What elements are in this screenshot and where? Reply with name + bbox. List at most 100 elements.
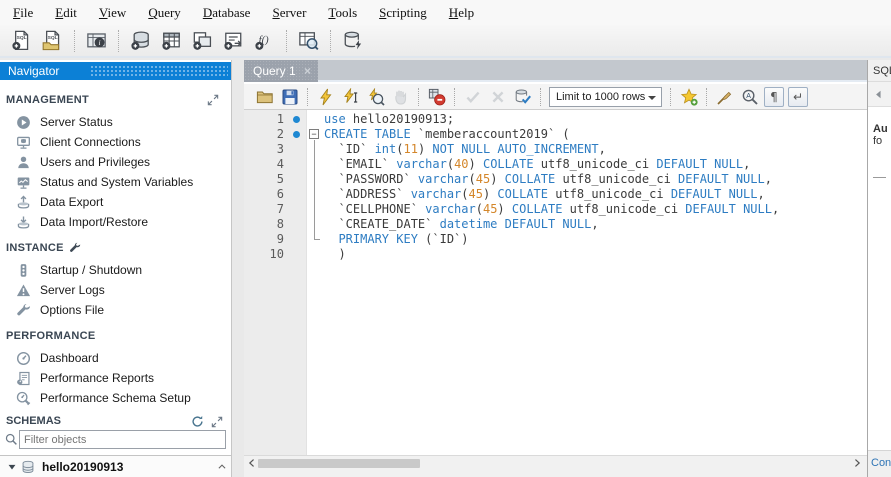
- scroll-right-icon[interactable]: [852, 458, 862, 468]
- scrollbar-thumb[interactable]: [258, 459, 420, 468]
- create-function-button[interactable]: f(): [251, 27, 278, 54]
- expand-panel-icon[interactable]: [207, 94, 219, 106]
- create-table-button[interactable]: [158, 27, 185, 54]
- sidebar-item-performance-schema-setup[interactable]: Performance Schema Setup: [0, 388, 231, 408]
- sidebar-item-label: Startup / Shutdown: [40, 263, 143, 277]
- svg-text:SQL: SQL: [48, 35, 58, 41]
- sidebar-item-status-system-variables[interactable]: Status and System Variables: [0, 172, 231, 192]
- bolt-icon: [317, 88, 335, 106]
- context-help-bottom-tab[interactable]: Con: [868, 450, 891, 477]
- sidebar-item-server-status[interactable]: Server Status: [0, 112, 231, 132]
- fold-column: [307, 217, 324, 232]
- create-procedure-button[interactable]: [220, 27, 247, 54]
- toolbar-separator: [286, 29, 287, 52]
- find-button[interactable]: A: [738, 85, 761, 108]
- query-tab[interactable]: Query 1 ×: [244, 60, 318, 82]
- sidebar-item-startup-shutdown[interactable]: Startup / Shutdown: [0, 260, 231, 280]
- open-sql-file-button[interactable]: SQL: [39, 27, 66, 54]
- menu-item-server[interactable]: Server: [261, 0, 317, 25]
- menu-item-view[interactable]: View: [88, 0, 137, 25]
- sidebar-item-label: Server Logs: [40, 283, 105, 297]
- fold-column: [307, 202, 324, 217]
- navigator-title-bar[interactable]: Navigator: [0, 62, 231, 80]
- menu-item-help[interactable]: Help: [438, 0, 485, 25]
- sidebar-item-label: Users and Privileges: [40, 155, 151, 169]
- search-data-button[interactable]: [295, 27, 322, 54]
- toggle-autocommit-button[interactable]: [511, 85, 534, 108]
- gutter-marker-cell: [284, 187, 307, 202]
- close-tab-icon[interactable]: ×: [304, 60, 311, 82]
- schema-tree-item[interactable]: hello20190913: [0, 455, 231, 477]
- code-text: use hello20190913;: [324, 112, 455, 126]
- reconnect-db-button[interactable]: [339, 27, 366, 54]
- limit-rows-dropdown[interactable]: Limit to 1000 rows: [549, 86, 662, 107]
- sql-additions-toolbar: [868, 82, 891, 107]
- execute-button[interactable]: [314, 85, 337, 108]
- create-schema-button[interactable]: [127, 27, 154, 54]
- refresh-schemas-icon[interactable]: [191, 415, 204, 428]
- stop-button: [389, 85, 412, 108]
- fold-collapse-icon[interactable]: −: [309, 129, 319, 139]
- gutter-marker-cell: [284, 172, 307, 187]
- expand-schemas-panel-icon[interactable]: [211, 415, 223, 428]
- panel-splitter[interactable]: [232, 60, 244, 477]
- hand-icon: [392, 88, 410, 106]
- toggle-stop-on-error-button[interactable]: [425, 85, 448, 108]
- context-help-back-icon[interactable]: [873, 89, 884, 100]
- code-text: `CREATE_DATE` datetime DEFAULT NULL,: [324, 217, 599, 231]
- horizontal-scrollbar[interactable]: [244, 455, 867, 470]
- fold-column: [307, 187, 324, 202]
- menu-item-scripting[interactable]: Scripting: [368, 0, 438, 25]
- menu-item-database[interactable]: Database: [192, 0, 262, 25]
- fold-line: [314, 142, 315, 157]
- line-number: 3: [276, 142, 284, 156]
- toolbar-separator: [118, 29, 119, 52]
- code-line: 2 − CREATE TABLE `memberaccount2019` (: [244, 127, 867, 142]
- menu-item-edit[interactable]: Edit: [44, 0, 88, 25]
- create-view-button[interactable]: [189, 27, 216, 54]
- beautify-button[interactable]: [713, 85, 736, 108]
- schema-filter-input[interactable]: [19, 430, 226, 449]
- sidebar-item-data-import-restore[interactable]: Data Import/Restore: [0, 212, 231, 232]
- sidebar-item-client-connections[interactable]: Client Connections: [0, 132, 231, 152]
- toolbar-separator: [74, 29, 75, 52]
- sidebar-item-data-export[interactable]: Data Export: [0, 192, 231, 212]
- sidebar-item-dashboard[interactable]: Dashboard: [0, 348, 231, 368]
- fold-column: [307, 247, 324, 262]
- explain-button[interactable]: [364, 85, 387, 108]
- code-editor[interactable]: 1 use hello20190913; 2 − CREATE TABLE `membe…: [244, 110, 867, 455]
- scroll-up-icon[interactable]: [217, 462, 227, 472]
- instance-wrench-icon[interactable]: [69, 242, 81, 254]
- new-query-tab-button[interactable]: SQL: [8, 27, 35, 54]
- search-icon: [5, 433, 18, 446]
- chevron-down-icon: [648, 95, 656, 104]
- menu-item-query[interactable]: Query: [137, 0, 192, 25]
- toggle-invisibles-button[interactable]: ¶: [764, 86, 784, 107]
- fold-line-end: [314, 232, 320, 240]
- save-script-button[interactable]: [278, 85, 301, 108]
- bolt-cursor-icon: [342, 87, 360, 106]
- sidebar-item-users-privileges[interactable]: Users and Privileges: [0, 152, 231, 172]
- client-connections-icon: [16, 135, 31, 150]
- sql-editor-toolbar: Limit to 1000 rows A ¶ ↵: [244, 84, 867, 110]
- execute-current-button[interactable]: [339, 85, 362, 108]
- sql-additions-tab[interactable]: SQL: [868, 60, 891, 82]
- broom-icon: [716, 88, 734, 106]
- open-script-button[interactable]: [253, 85, 276, 108]
- sidebar-item-options-file[interactable]: Options File: [0, 300, 231, 320]
- schema-name: hello20190913: [42, 459, 124, 474]
- code-line: 4 `EMAIL` varchar(40) COLLATE utf8_unico…: [244, 157, 867, 172]
- toggle-wrap-button[interactable]: ↵: [788, 86, 808, 107]
- save-snippet-button[interactable]: [677, 85, 700, 108]
- schema-icon: [21, 460, 35, 474]
- navigator-title-texture: [90, 65, 228, 77]
- scroll-left-icon[interactable]: [247, 458, 257, 468]
- star-plus-icon: [680, 87, 698, 106]
- fold-line: [314, 217, 315, 232]
- sidebar-item-server-logs[interactable]: Server Logs: [0, 280, 231, 300]
- menu-item-tools[interactable]: Tools: [317, 0, 368, 25]
- sidebar-item-performance-reports[interactable]: Performance Reports: [0, 368, 231, 388]
- inspector-button[interactable]: i: [83, 27, 110, 54]
- menu-item-file[interactable]: File: [2, 0, 44, 25]
- expand-arrow-icon[interactable]: [7, 462, 17, 472]
